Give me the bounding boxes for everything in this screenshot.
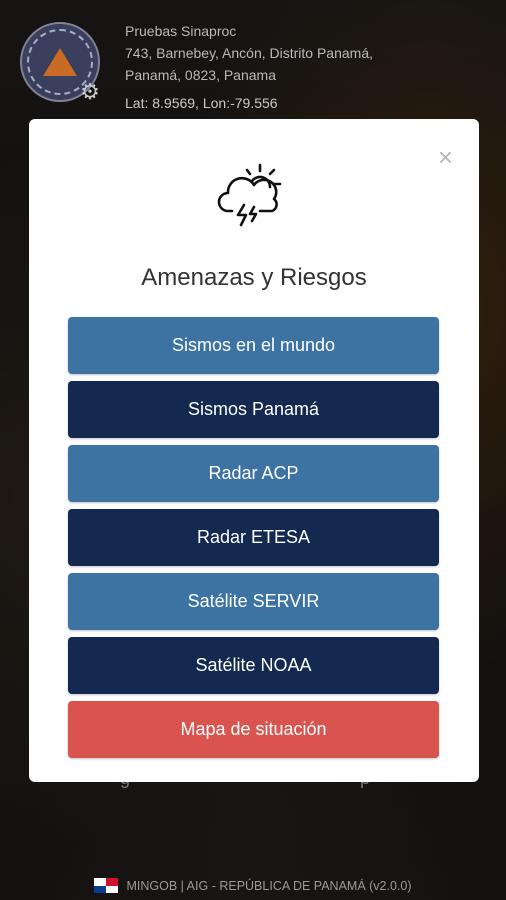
- location-info: Pruebas Sinaproc 743, Barnebey, Ancón, D…: [125, 20, 373, 86]
- footer: MINGOB | AIG - REPÚBLICA DE PANAMÁ (v2.0…: [0, 878, 506, 893]
- gear-icon[interactable]: ⚙: [78, 80, 102, 104]
- sismos-panama-button[interactable]: Sismos Panamá: [68, 381, 439, 438]
- org-name: Pruebas Sinaproc: [125, 23, 237, 39]
- header: ⚙ Pruebas Sinaproc 743, Barnebey, Ancón,…: [0, 0, 506, 118]
- mapa-situacion-button[interactable]: Mapa de situación: [68, 701, 439, 758]
- address-line-1: 743, Barnebey, Ancón, Distrito Panamá,: [125, 45, 373, 61]
- satelite-noaa-button[interactable]: Satélite NOAA: [68, 637, 439, 694]
- sismos-mundo-button[interactable]: Sismos en el mundo: [68, 317, 439, 374]
- close-icon[interactable]: ×: [438, 144, 453, 170]
- radar-acp-button[interactable]: Radar ACP: [68, 445, 439, 502]
- modal-title: Amenazas y Riesgos: [141, 264, 367, 291]
- button-list: Sismos en el mundo Sismos Panamá Radar A…: [68, 317, 439, 765]
- coordinates: Lat: 8.9569, Lon:-79.556: [125, 95, 278, 111]
- radar-etesa-button[interactable]: Radar ETESA: [68, 509, 439, 566]
- threats-modal: × Amenazas y Riesgos Sismos en el mundo …: [29, 119, 479, 782]
- panama-flag-icon: [94, 878, 119, 893]
- satelite-servir-button[interactable]: Satélite SERVIR: [68, 573, 439, 630]
- address-line-2: Panamá, 0823, Panama: [125, 67, 276, 83]
- storm-cloud-sun-icon: [217, 163, 282, 227]
- footer-text: MINGOB | AIG - REPÚBLICA DE PANAMÁ (v2.0…: [126, 879, 412, 893]
